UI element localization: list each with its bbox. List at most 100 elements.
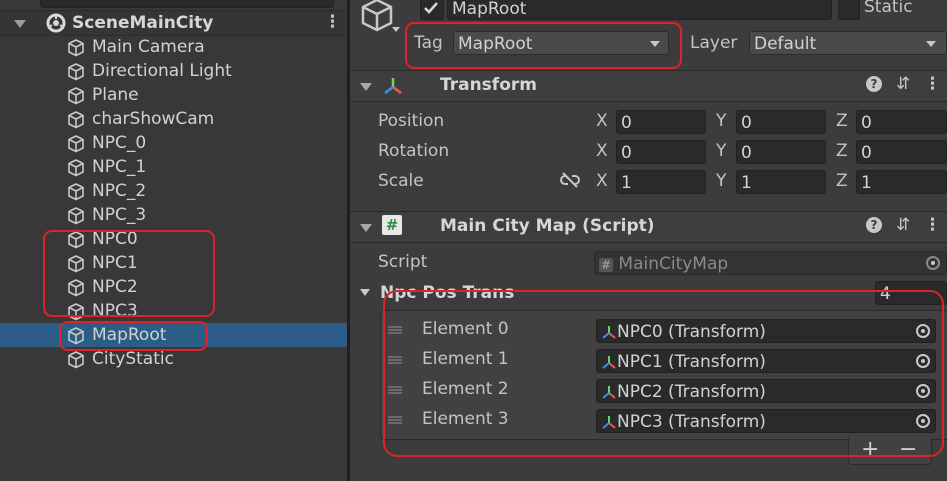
layer-chevron-down-icon xyxy=(926,41,936,47)
add-element-button[interactable]: + xyxy=(861,438,879,462)
transform-rotation-z-field[interactable]: 0 xyxy=(856,140,947,164)
scene-name: SceneMainCity xyxy=(72,13,214,33)
icon-dropdown-icon[interactable] xyxy=(392,27,400,32)
hierarchy-search-input[interactable] xyxy=(40,0,334,8)
tag-value: MapRoot xyxy=(458,34,533,54)
gameobject-cube-icon xyxy=(68,183,84,201)
object-picker-icon[interactable] xyxy=(916,414,930,428)
transform-value: 0 xyxy=(861,113,872,133)
hierarchy-item[interactable]: MapRoot xyxy=(0,323,348,347)
script-help-icon[interactable]: ? xyxy=(866,217,882,233)
gameobject-cube-icon[interactable] xyxy=(360,0,394,32)
static-checkbox[interactable] xyxy=(838,0,860,20)
remove-element-button[interactable]: − xyxy=(899,438,917,462)
script-preset-icon[interactable]: ⇵ xyxy=(896,215,910,235)
hierarchy-item[interactable]: NPC_1 xyxy=(0,155,348,179)
transform-value: 0 xyxy=(621,143,632,163)
hierarchy-item[interactable]: NPC_2 xyxy=(0,179,348,203)
drag-handle-icon[interactable] xyxy=(388,386,402,394)
hierarchy-item-label: NPC_1 xyxy=(92,157,147,177)
list-element-label: Element 2 xyxy=(422,379,509,399)
hierarchy-item[interactable]: Main Camera xyxy=(0,35,348,59)
transform-scale-y-field[interactable]: 1 xyxy=(736,170,826,194)
script-hash-icon: # xyxy=(382,215,402,235)
component-menu-icon[interactable]: ⋮ xyxy=(924,74,941,94)
transform-position-z-field[interactable]: 0 xyxy=(856,110,947,134)
scene-menu-icon[interactable]: ⋮ xyxy=(324,11,341,33)
axis-z-label[interactable]: Z xyxy=(836,110,848,132)
axis-x-label[interactable]: X xyxy=(596,170,608,192)
transform-scale-z-field[interactable]: 1 xyxy=(856,170,947,194)
drag-handle-icon[interactable] xyxy=(388,326,402,334)
transform-foldout-icon[interactable] xyxy=(360,83,372,91)
constrain-proportions-icon[interactable] xyxy=(560,172,580,188)
active-checkbox[interactable] xyxy=(420,0,444,20)
hierarchy-item[interactable]: Directional Light xyxy=(0,59,348,83)
axis-y-label[interactable]: Y xyxy=(716,170,726,192)
gameobject-cube-icon xyxy=(68,255,84,273)
collapse-arrow-icon[interactable] xyxy=(14,20,26,28)
script-field[interactable]: # MainCityMap xyxy=(594,251,947,275)
gameobject-cube-icon xyxy=(68,87,84,105)
hierarchy-item[interactable]: CityStatic xyxy=(0,347,348,371)
hierarchy-item[interactable]: NPC2 xyxy=(0,275,348,299)
list-count-field[interactable]: 4 xyxy=(875,281,947,305)
hierarchy-item[interactable]: NPC_3 xyxy=(0,203,348,227)
axis-z-label[interactable]: Z xyxy=(836,170,848,192)
object-picker-icon[interactable] xyxy=(916,384,930,398)
preset-icon[interactable]: ⇵ xyxy=(896,74,910,94)
drag-handle-icon[interactable] xyxy=(388,356,402,364)
hierarchy-item[interactable]: charShowCam xyxy=(0,107,348,131)
gameobject-cube-icon xyxy=(68,351,84,369)
hierarchy-item-label: NPC0 xyxy=(92,229,138,249)
hierarchy-item-label: NPC_3 xyxy=(92,205,147,225)
list-element-label: Element 0 xyxy=(422,319,509,339)
object-picker-icon[interactable] xyxy=(916,354,930,368)
help-icon[interactable]: ? xyxy=(866,76,882,92)
transform-value: 0 xyxy=(621,113,632,133)
hierarchy-panel: SceneMainCity ⋮ Main Camera Directional L… xyxy=(0,0,348,481)
axis-z-label[interactable]: Z xyxy=(836,140,848,162)
transform-axes-icon xyxy=(602,416,616,429)
list-footer: + − xyxy=(848,438,932,465)
layer-dropdown[interactable]: Default xyxy=(749,31,947,55)
transform-header[interactable]: Transform ? ⇵ ⋮ xyxy=(350,70,947,102)
script-target-icon[interactable] xyxy=(926,256,940,270)
object-name-field[interactable]: MapRoot xyxy=(447,0,832,20)
drag-handle-icon[interactable] xyxy=(388,416,402,424)
transform-position-x-field[interactable]: 0 xyxy=(616,110,706,134)
hierarchy-item[interactable]: NPC1 xyxy=(0,251,348,275)
axis-y-label[interactable]: Y xyxy=(716,140,726,162)
script-component-header[interactable]: # Main City Map (Script) ? ⇵ ⋮ xyxy=(350,211,947,243)
transform-scale-x-field[interactable]: 1 xyxy=(616,170,706,194)
list-element-field[interactable]: NPC1 (Transform) xyxy=(596,349,936,373)
transform-position-y-field[interactable]: 0 xyxy=(736,110,826,134)
tag-dropdown[interactable]: MapRoot xyxy=(453,31,669,55)
transform-title: Transform xyxy=(440,75,537,95)
transform-value: 1 xyxy=(861,173,872,193)
hierarchy-item-label: MapRoot xyxy=(92,325,167,345)
list-element-field[interactable]: NPC2 (Transform) xyxy=(596,379,936,403)
tag-chevron-down-icon xyxy=(650,41,660,47)
scene-row[interactable]: SceneMainCity ⋮ xyxy=(0,10,348,36)
axis-x-label[interactable]: X xyxy=(596,140,608,162)
script-menu-icon[interactable]: ⋮ xyxy=(924,215,941,235)
static-label: Static xyxy=(864,0,913,17)
hierarchy-item[interactable]: NPC0 xyxy=(0,227,348,251)
hierarchy-item[interactable]: NPC3 xyxy=(0,299,348,323)
transform-rotation-y-field[interactable]: 0 xyxy=(736,140,826,164)
script-foldout-icon[interactable] xyxy=(360,224,372,232)
transform-value: 1 xyxy=(741,173,752,193)
transform-value: 0 xyxy=(741,143,752,163)
axis-y-label[interactable]: Y xyxy=(716,110,726,132)
gameobject-cube-icon xyxy=(68,39,84,57)
hierarchy-item[interactable]: Plane xyxy=(0,83,348,107)
list-element-field[interactable]: NPC0 (Transform) xyxy=(596,319,936,343)
list-element-field[interactable]: NPC3 (Transform) xyxy=(596,409,936,433)
transform-rotation-x-field[interactable]: 0 xyxy=(616,140,706,164)
transform-axes-icon xyxy=(602,356,616,369)
list-foldout-icon[interactable] xyxy=(360,289,370,296)
axis-x-label[interactable]: X xyxy=(596,110,608,132)
object-picker-icon[interactable] xyxy=(916,324,930,338)
hierarchy-item[interactable]: NPC_0 xyxy=(0,131,348,155)
